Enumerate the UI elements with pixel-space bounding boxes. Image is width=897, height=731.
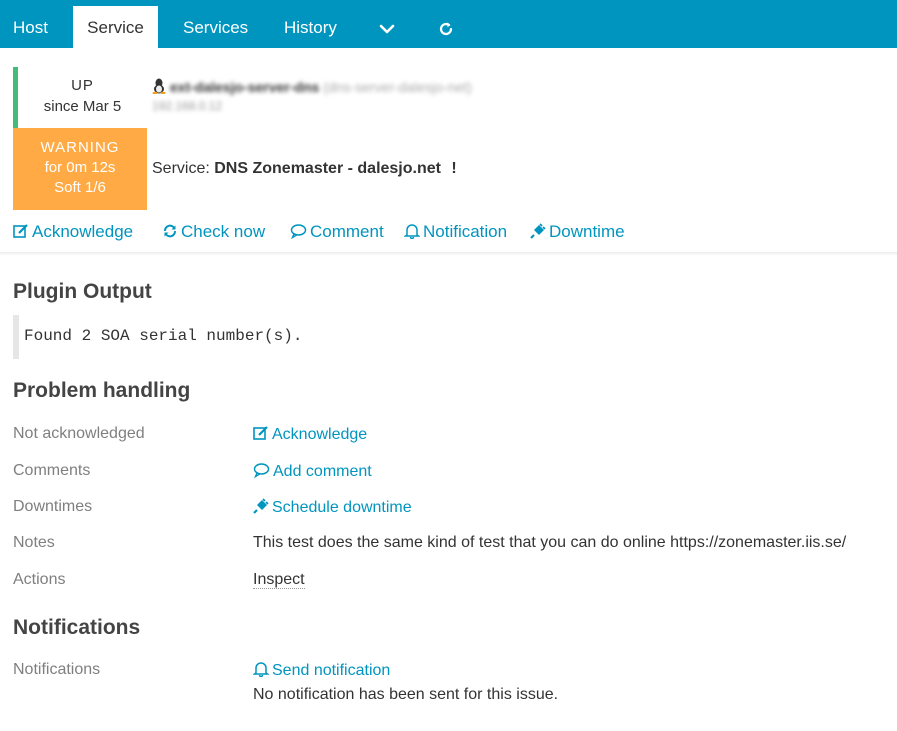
tab-bar: Host Service Services History [0, 0, 897, 48]
host-state-since: since Mar 5 [43, 98, 122, 115]
notification-button[interactable]: Notification [403, 222, 508, 242]
comment-label: Comment [310, 222, 384, 241]
send-notification-label: Send notification [272, 662, 391, 679]
inspect-link[interactable]: Inspect [253, 571, 305, 589]
tab-history[interactable]: History [284, 0, 337, 48]
downtime-label: Downtime [549, 222, 625, 241]
downtimes-row-label: Downtimes [13, 498, 93, 515]
plugin-output: Found 2 SOA serial number(s). [13, 315, 619, 359]
plug-icon [253, 498, 269, 514]
acknowledge-link-label: Acknowledge [272, 426, 368, 443]
edit-icon [253, 426, 268, 440]
refresh-icon [164, 224, 176, 238]
notes-row-label: Notes [13, 534, 55, 551]
header-divider [0, 252, 897, 256]
comment-icon [290, 224, 307, 240]
inspect-action[interactable]: Inspect [253, 571, 305, 589]
comment-button[interactable]: Comment [290, 222, 384, 242]
host-name[interactable]: ext-dalesjo-server-dns [170, 79, 319, 95]
host-info[interactable]: ext-dalesjo-server-dns (dns-server-dales… [152, 78, 472, 113]
schedule-downtime-label: Schedule downtime [272, 499, 412, 516]
host-state-badge: UP since Mar 5 [13, 67, 147, 128]
service-state-attempt: Soft 1/6 [54, 179, 106, 196]
check-now-button[interactable]: Check now [162, 222, 265, 242]
service-name: DNS Zonemaster - dalesjo.net [214, 160, 441, 177]
notifications-heading: Notifications [13, 616, 141, 639]
service-label: Service: [152, 160, 210, 177]
refresh-icon[interactable] [437, 0, 455, 48]
actions-row-label: Actions [13, 571, 66, 588]
chevron-down-icon[interactable] [378, 0, 396, 48]
tab-host[interactable]: Host [13, 0, 48, 48]
linux-icon [152, 78, 166, 95]
notifications-row-label: Notifications [13, 661, 101, 678]
tab-services[interactable]: Services [183, 0, 248, 48]
host-state: UP [71, 77, 94, 94]
problem-handling-heading: Problem handling [13, 379, 191, 402]
notification-status: No notification has been sent for this i… [253, 686, 559, 703]
comments-row-label: Comments [13, 462, 91, 479]
schedule-downtime-link[interactable]: Schedule downtime [253, 498, 412, 517]
service-state-duration: for 0m 12s [44, 159, 116, 176]
bell-icon [403, 224, 421, 240]
plugin-output-text: Found 2 SOA serial number(s). [24, 327, 303, 345]
acknowledge-button[interactable]: Acknowledge [13, 222, 133, 242]
send-notification-link[interactable]: Send notification [252, 661, 391, 680]
plug-icon [530, 223, 546, 239]
bell-icon [252, 662, 270, 678]
tab-service[interactable]: Service [73, 6, 158, 48]
host-address: 192.168.0.12 [152, 99, 223, 113]
plugin-output-heading: Plugin Output [13, 280, 152, 303]
add-comment-link[interactable]: Add comment [253, 462, 372, 481]
edit-icon [13, 224, 28, 238]
comment-icon [253, 463, 270, 479]
exclamation-icon: ! [451, 160, 457, 177]
ack-row-label: Not acknowledged [13, 425, 145, 442]
notes-text: This test does the same kind of test tha… [253, 534, 847, 551]
acknowledge-label: Acknowledge [32, 222, 134, 241]
service-title: Service: DNS Zonemaster - dalesjo.net ! [152, 160, 457, 178]
host-alias: (dns-server-dalesjo-net) [323, 79, 472, 95]
downtime-button[interactable]: Downtime [530, 222, 625, 242]
service-state-badge: WARNING for 0m 12s Soft 1/6 [13, 128, 147, 210]
notification-label: Notification [423, 222, 508, 241]
check-now-label: Check now [181, 222, 266, 241]
service-state: WARNING [40, 139, 120, 156]
add-comment-label: Add comment [273, 463, 372, 480]
acknowledge-link[interactable]: Acknowledge [253, 425, 367, 444]
